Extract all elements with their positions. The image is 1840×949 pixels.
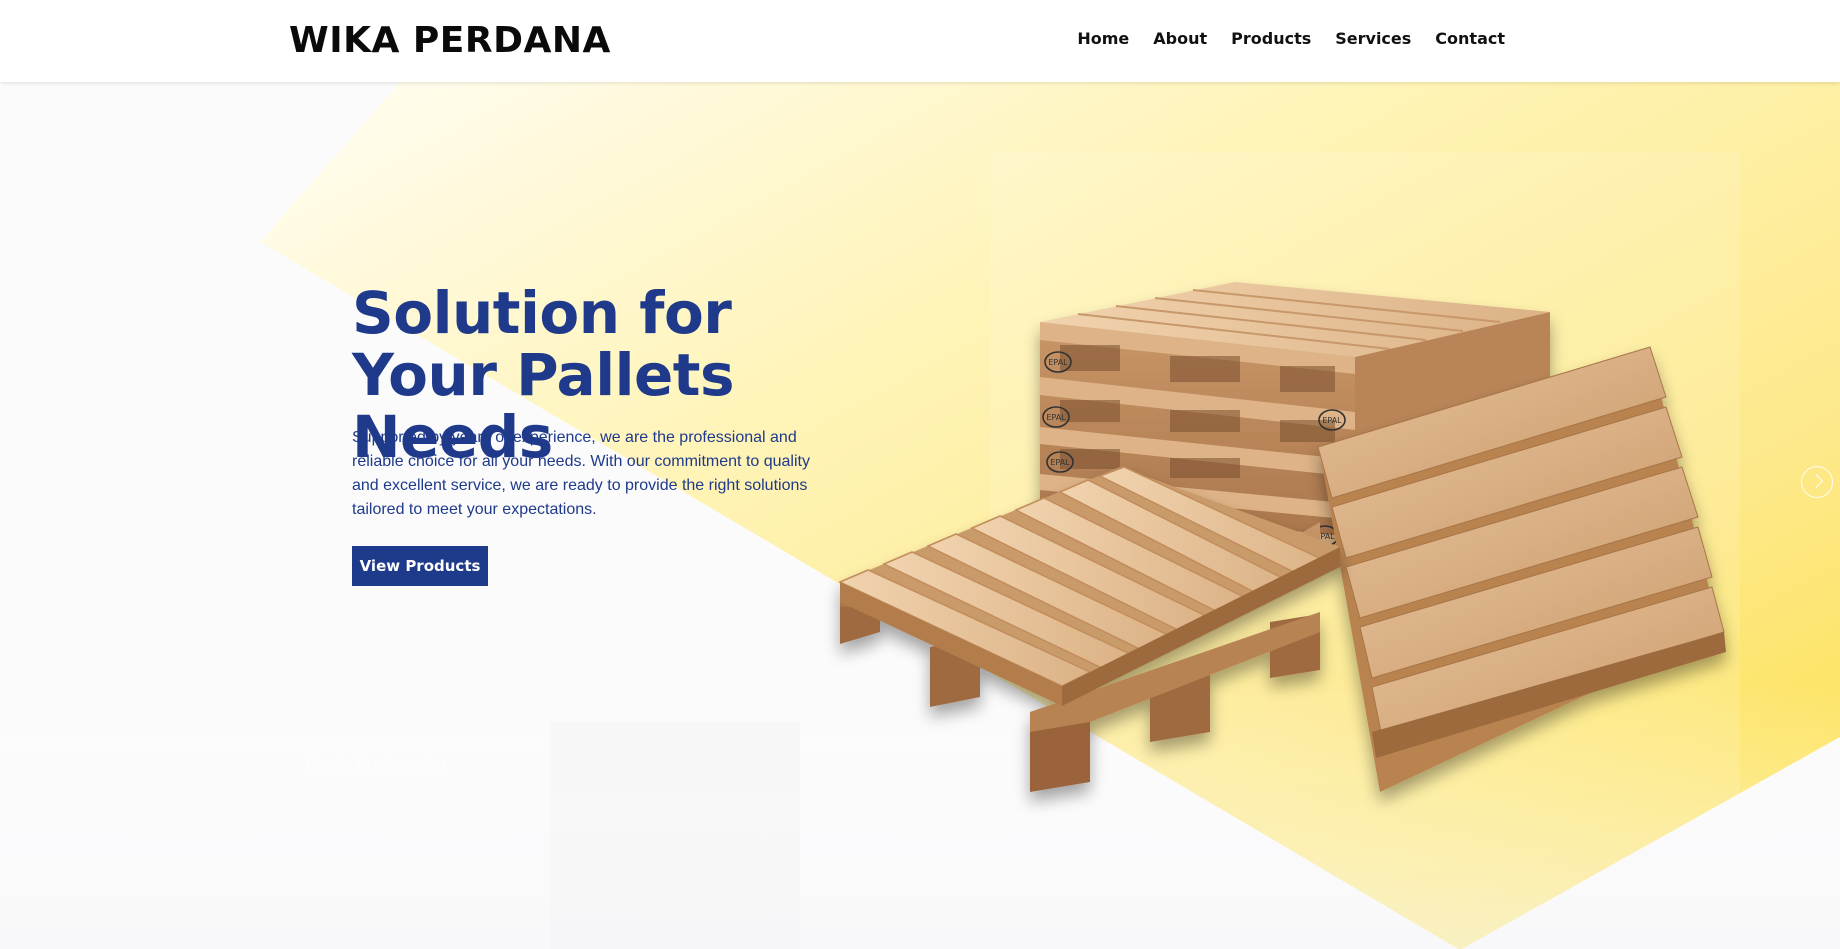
main-nav: Home About Products Services Contact	[1077, 27, 1505, 51]
epal-stamp: EPAL	[1046, 413, 1066, 422]
nav-products[interactable]: Products	[1231, 27, 1311, 51]
site-logo[interactable]: WIKA PERDANA	[289, 18, 611, 64]
nav-about[interactable]: About	[1153, 27, 1207, 51]
epal-stamp: EPAL	[1050, 458, 1070, 467]
hero-description: Supported by years of experience, we are…	[352, 429, 810, 518]
site-header: WIKA PERDANA Home About Products Service…	[0, 0, 1840, 82]
nav-home[interactable]: Home	[1077, 27, 1129, 51]
epal-stamp: EPAL	[1048, 358, 1068, 367]
slider-next-icon[interactable]	[1801, 466, 1833, 498]
background-caption: Crude Engineering	[305, 754, 447, 773]
hero-section: Crude Engineering Solution for Your Pall…	[0, 82, 1840, 949]
page: WIKA PERDANA Home About Products Service…	[0, 0, 1840, 949]
nav-services[interactable]: Services	[1335, 27, 1411, 51]
view-products-button[interactable]: View Products	[352, 546, 488, 586]
nav-contact[interactable]: Contact	[1435, 27, 1505, 51]
wooden-pallets-image: EPAL EPAL EPAL EPAL EPAL EPAL	[838, 282, 1726, 792]
epal-stamp: EPAL	[1322, 416, 1342, 425]
